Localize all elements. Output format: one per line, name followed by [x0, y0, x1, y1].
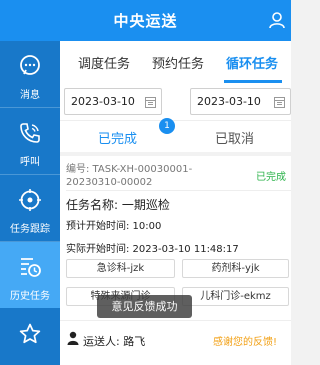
- sidebar: 消息 呼叫 任务跟踪 历史任务: [0, 41, 60, 365]
- task-number: 编号: TASK-XH-00030001-20230310-00002: [66, 164, 193, 188]
- phone-icon: [20, 123, 40, 143]
- sidebar-item-history[interactable]: 历史任务: [0, 242, 60, 308]
- start-date-field[interactable]: 2023-03-10: [64, 88, 162, 115]
- tab-dispatch[interactable]: 调度任务: [78, 53, 130, 72]
- tab-cyclic[interactable]: 循环任务: [226, 53, 278, 72]
- actual-start-time: 实际开始时间: 2023-03-10 11:48:17: [66, 244, 239, 255]
- toast-notification: 意见反馈成功: [97, 295, 192, 318]
- app-header: 中央运送: [0, 0, 291, 41]
- task-name: 任务名称: 一期巡检: [66, 198, 170, 212]
- target-icon: [19, 189, 41, 211]
- transporter-name: 运送人: 路飞: [83, 335, 146, 348]
- sidebar-item-label: 消息: [20, 90, 40, 101]
- app-title: 中央运送: [113, 12, 178, 30]
- sidebar-item-label: 呼叫: [20, 157, 40, 168]
- calendar-icon: [145, 97, 156, 108]
- sidebar-item-label: 任务跟踪: [10, 224, 50, 235]
- sidebar-item-label: 历史任务: [10, 291, 50, 302]
- sidebar-item-favorites[interactable]: [0, 309, 60, 365]
- tab-appointment[interactable]: 预约任务: [152, 53, 204, 72]
- star-icon: [19, 323, 41, 344]
- planned-start-time: 预计开始时间: 10:00: [66, 221, 162, 232]
- user-icon[interactable]: [268, 11, 286, 29]
- department-tag: 急诊科-jzk: [66, 259, 175, 278]
- calendar-icon: [274, 97, 285, 108]
- card-divider: [66, 190, 291, 191]
- sidebar-item-messages[interactable]: 消息: [0, 41, 60, 107]
- tab-cancelled[interactable]: 已取消: [215, 128, 254, 147]
- card-divider: [60, 320, 291, 321]
- status-badge: 已完成: [256, 172, 286, 183]
- tab-completed[interactable]: 已完成: [98, 128, 137, 147]
- feedback-message: 感谢您的反馈!: [213, 337, 278, 348]
- task-type-tabs: 调度任务 预约任务 循环任务: [60, 41, 291, 83]
- history-icon: [21, 258, 41, 277]
- department-tag: 儿科门诊-ekmz: [182, 287, 289, 306]
- message-icon: [20, 55, 40, 75]
- start-date-value: 2023-03-10: [71, 95, 135, 108]
- person-icon: [67, 331, 79, 345]
- end-date-field[interactable]: 2023-03-10: [190, 88, 291, 115]
- completed-count-badge: 1: [159, 118, 175, 134]
- sidebar-item-task-tracking[interactable]: 任务跟踪: [0, 175, 60, 241]
- end-date-value: 2023-03-10: [197, 95, 261, 108]
- status-tabs: 已完成 已取消: [60, 120, 291, 152]
- sidebar-item-call[interactable]: 呼叫: [0, 108, 60, 174]
- date-filter: 2023-03-10 至 2023-03-10: [60, 83, 291, 120]
- department-tag: 药剂科-yjk: [182, 259, 289, 278]
